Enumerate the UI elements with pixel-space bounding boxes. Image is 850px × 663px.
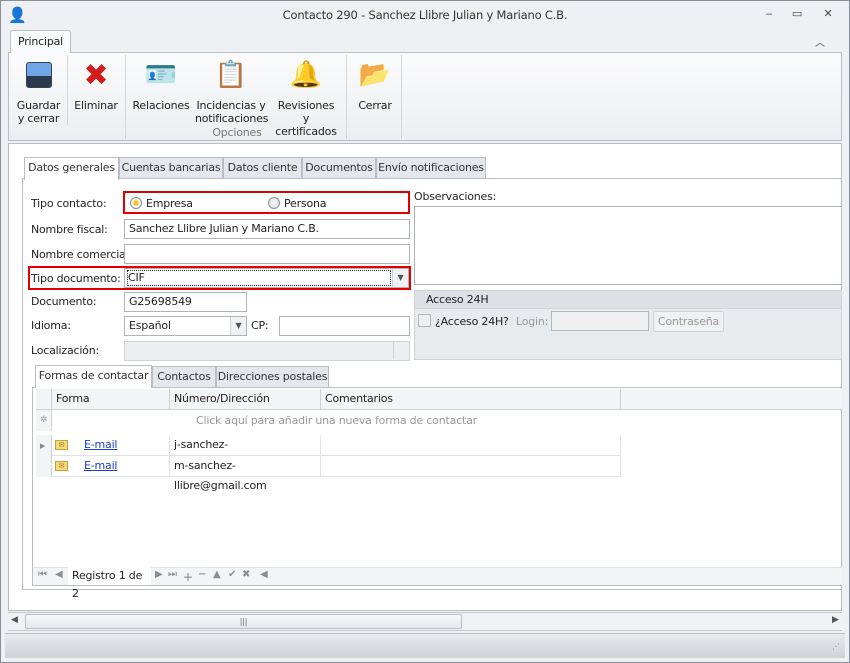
ribbon: Guardar y cerrar ✖ Eliminar 🪪 Relaciones 📋… bbox=[8, 52, 842, 141]
row-indicator-header bbox=[36, 389, 52, 410]
close-window-button[interactable]: ✕ bbox=[821, 8, 835, 20]
observaciones-label: Observaciones: bbox=[414, 190, 497, 203]
cancel-edit-icon[interactable]: ✖ bbox=[242, 569, 250, 580]
nombre-fiscal-input[interactable]: Sanchez Llibre Julian y Mariano C.B. bbox=[124, 219, 410, 239]
radio-empresa-label: Empresa bbox=[146, 197, 193, 210]
idioma-label: Idioma: bbox=[31, 319, 71, 332]
nombre-comercial-input[interactable] bbox=[124, 244, 410, 264]
localizacion-input[interactable] bbox=[124, 341, 410, 361]
save-record-icon[interactable]: ✔ bbox=[228, 569, 236, 580]
radio-persona[interactable] bbox=[268, 197, 280, 209]
acceso-24h-title: Acceso 24H bbox=[415, 291, 841, 309]
add-record-icon[interactable]: ＋ bbox=[183, 569, 193, 584]
minimize-button[interactable]: ‒ bbox=[762, 8, 776, 20]
subtab-contactos[interactable]: Contactos bbox=[152, 366, 216, 388]
separator bbox=[125, 55, 126, 139]
tab-cuentas-bancarias[interactable]: Cuentas bancarias bbox=[119, 157, 223, 179]
scrollbar-thumb[interactable]: ||| bbox=[25, 614, 462, 629]
observaciones-textarea[interactable] bbox=[414, 206, 842, 285]
scroll-left-arrow-icon[interactable]: ◀ bbox=[11, 615, 18, 625]
login-label: Login: bbox=[516, 315, 549, 328]
first-record-icon[interactable]: ⏮ bbox=[38, 569, 47, 580]
numero-cell: j-sanchez-llibre@gmail.com bbox=[170, 435, 321, 471]
tab-datos-generales[interactable]: Datos generales bbox=[24, 157, 119, 180]
relations-button[interactable]: 🪪 Relaciones bbox=[129, 57, 193, 113]
documento-input[interactable]: G25698549 bbox=[124, 292, 247, 312]
scroll-right-arrow-icon[interactable]: ▶ bbox=[832, 615, 839, 625]
contact-cards-icon: 🪪 bbox=[144, 59, 178, 90]
cp-input[interactable] bbox=[279, 316, 410, 336]
new-row-icon: ✲ bbox=[36, 410, 52, 431]
incidents-button[interactable]: 📋 Incidencias y notificaciones bbox=[195, 57, 268, 126]
separator bbox=[346, 55, 347, 139]
radio-empresa[interactable] bbox=[130, 197, 142, 209]
collapse-ribbon-icon[interactable]: ︿ bbox=[815, 34, 825, 49]
forma-link[interactable]: E-mail bbox=[84, 459, 117, 472]
tipo-documento-label: Tipo documento: bbox=[31, 272, 121, 285]
comentarios-cell bbox=[321, 456, 621, 477]
row-indicators: ▶ bbox=[36, 435, 52, 477]
maximize-button[interactable]: ▭ bbox=[790, 8, 804, 20]
next-record-icon[interactable]: ▶ bbox=[155, 569, 163, 580]
column-header-forma[interactable]: Forma bbox=[52, 389, 170, 410]
tab-datos-cliente[interactable]: Datos cliente bbox=[223, 157, 302, 179]
documento-label: Documento: bbox=[31, 295, 97, 308]
column-header-numero[interactable]: Número/Dirección bbox=[170, 389, 321, 410]
tipo-documento-select[interactable]: CIF bbox=[124, 268, 409, 288]
record-counter: Registro 1 de 2 bbox=[68, 567, 151, 600]
comentarios-cell bbox=[321, 435, 621, 456]
login-input[interactable] bbox=[551, 311, 649, 331]
nombre-fiscal-label: Nombre fiscal: bbox=[31, 223, 108, 236]
resize-grip-icon[interactable]: ⋰ bbox=[832, 642, 840, 651]
subtab-formas-contactar[interactable]: Formas de contactar bbox=[35, 365, 152, 388]
prev-record-icon[interactable]: ◀ bbox=[55, 569, 63, 580]
nombre-comercial-label: Nombre comercial: bbox=[31, 248, 132, 261]
folder-open-arrow-icon: 📂 bbox=[358, 59, 392, 90]
radio-persona-label: Persona bbox=[284, 197, 327, 210]
separator bbox=[401, 55, 402, 139]
clipboard-check-icon: 📋 bbox=[214, 59, 248, 90]
save-close-button[interactable]: Guardar y cerrar bbox=[11, 57, 66, 125]
acceso-24h-label: ¿Acceso 24H? bbox=[435, 315, 509, 328]
tab-envio-notificaciones[interactable]: Envío notificaciones bbox=[376, 157, 486, 179]
new-row-prompt[interactable]: Click aquí para añadir una nueva forma d… bbox=[52, 410, 621, 431]
column-header-empty bbox=[621, 389, 842, 410]
forma-link[interactable]: E-mail bbox=[84, 438, 117, 451]
localizacion-button-divider bbox=[393, 342, 394, 359]
cp-label: CP: bbox=[251, 319, 269, 332]
separator bbox=[67, 55, 68, 125]
red-x-icon: ✖ bbox=[83, 57, 109, 93]
tipo-contacto-label: Tipo contacto: bbox=[31, 197, 107, 210]
tab-documentos[interactable]: Documentos bbox=[302, 157, 376, 179]
delete-button[interactable]: ✖ Eliminar bbox=[69, 57, 123, 112]
envelope-icon: ✉ bbox=[55, 461, 68, 471]
idioma-select[interactable]: Español bbox=[124, 316, 247, 336]
localizacion-label: Localización: bbox=[31, 344, 99, 357]
envelope-icon: ✉ bbox=[55, 440, 68, 450]
current-row-icon: ▶ bbox=[40, 442, 46, 450]
floppy-save-icon bbox=[23, 59, 55, 91]
notebook-bell-icon: 🔔 bbox=[289, 59, 323, 90]
window-title: Contacto 290 - Sanchez Llibre Julian y M… bbox=[282, 8, 568, 22]
chevron-down-icon[interactable]: ▼ bbox=[230, 317, 246, 335]
chevron-down-icon[interactable]: ▼ bbox=[392, 269, 408, 287]
delete-record-icon[interactable]: − bbox=[198, 569, 206, 580]
last-record-icon[interactable]: ⏭ bbox=[168, 569, 177, 580]
acceso-24h-checkbox[interactable] bbox=[418, 314, 431, 327]
password-button[interactable]: Contraseña bbox=[653, 311, 724, 332]
scroll-left-icon[interactable]: ◀ bbox=[260, 569, 268, 580]
group-label-opciones: Opciones bbox=[212, 126, 262, 139]
ribbon-tab-principal[interactable]: Principal bbox=[10, 30, 71, 53]
edit-record-icon[interactable]: ▲ bbox=[213, 569, 221, 580]
subtab-direcciones-postales[interactable]: Direcciones postales bbox=[216, 366, 329, 388]
column-header-comentarios[interactable]: Comentarios bbox=[321, 389, 621, 410]
status-bar bbox=[5, 633, 845, 658]
numero-cell: m-sanchez-llibre@gmail.com bbox=[170, 456, 321, 492]
close-button[interactable]: 📂 Cerrar bbox=[349, 57, 401, 113]
